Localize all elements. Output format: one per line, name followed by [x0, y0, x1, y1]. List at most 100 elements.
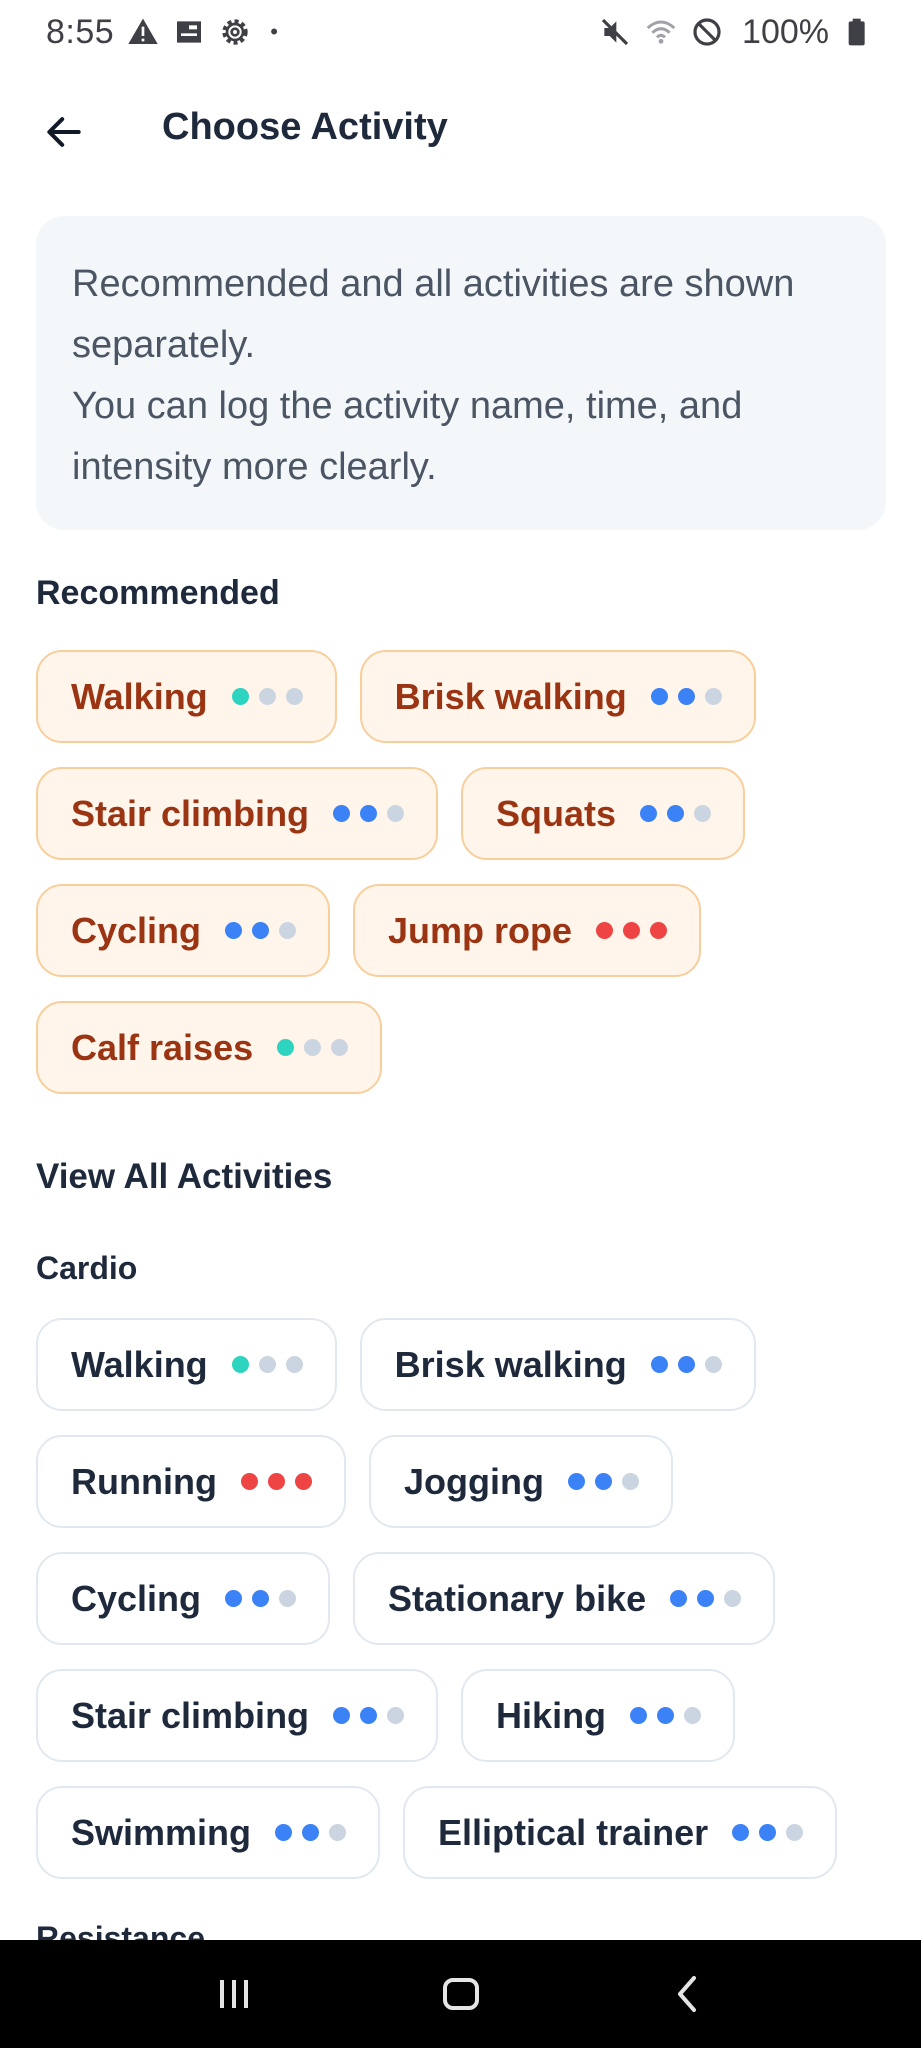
intensity-indicator: [225, 1590, 297, 1607]
chip-label: Brisk walking: [394, 1343, 627, 1385]
intensity-dot: [231, 688, 249, 705]
status-time: 8:55: [46, 12, 115, 51]
intensity-dot: [329, 1824, 347, 1841]
chip-label: Jump rope: [388, 909, 573, 951]
cardio-chip-swimming[interactable]: Swimming: [36, 1786, 381, 1879]
intensity-dot: [231, 1356, 249, 1373]
intensity-dot: [267, 1473, 285, 1490]
intensity-dot: [252, 1590, 270, 1607]
recommended-chip-squats[interactable]: Squats: [461, 767, 746, 860]
home-button[interactable]: [421, 1954, 501, 2034]
intensity-dot: [667, 805, 685, 822]
intensity-indicator: [630, 1707, 702, 1724]
info-text-line-1: Recommended and all activities are shown…: [72, 263, 795, 366]
intensity-dot: [677, 688, 695, 705]
intensity-dot: [786, 1824, 804, 1841]
recommended-chip-brisk-walking[interactable]: Brisk walking: [359, 650, 756, 743]
intensity-dot: [279, 1590, 297, 1607]
intensity-dot: [650, 922, 668, 939]
battery-percent: 100%: [742, 12, 829, 51]
intensity-dot: [594, 1473, 612, 1490]
intensity-dot: [623, 922, 641, 939]
recent-apps-button[interactable]: [194, 1954, 274, 2034]
cardio-chip-elliptical-trainer[interactable]: Elliptical trainer: [403, 1786, 838, 1879]
chip-label: Stair climbing: [71, 1694, 310, 1736]
intensity-dot: [225, 1590, 243, 1607]
intensity-dot: [333, 1707, 351, 1724]
intensity-dot: [684, 1707, 702, 1724]
intensity-dot: [694, 805, 712, 822]
cardio-chip-hiking[interactable]: Hiking: [461, 1669, 736, 1762]
intensity-indicator: [333, 1707, 405, 1724]
status-bar-left: 8:55 •: [46, 13, 278, 52]
status-bar-right: 100%: [598, 13, 875, 52]
intensity-dot: [697, 1590, 715, 1607]
cardio-heading: Cardio: [36, 1250, 138, 1286]
intensity-dot: [650, 688, 668, 705]
intensity-dot: [732, 1824, 750, 1841]
cardio-chip-cycling[interactable]: Cycling: [36, 1552, 331, 1645]
intensity-dot: [596, 922, 614, 939]
intensity-dot: [704, 1356, 722, 1373]
back-button[interactable]: [32, 100, 96, 164]
intensity-indicator: [277, 1039, 349, 1056]
intensity-dot: [677, 1356, 695, 1373]
do-not-disturb-icon: [690, 15, 724, 49]
cardio-chip-jogging[interactable]: Jogging: [368, 1435, 673, 1528]
intensity-dot: [252, 922, 270, 939]
intensity-dot: [225, 922, 243, 939]
status-bar: 8:55 • 100%: [0, 0, 921, 64]
intensity-dot: [277, 1039, 295, 1056]
cardio-chip-walking[interactable]: Walking: [36, 1318, 337, 1411]
intensity-dot: [704, 688, 722, 705]
info-card: Recommended and all activities are shown…: [36, 216, 886, 530]
intensity-dot: [258, 688, 276, 705]
notification-dot: •: [270, 19, 278, 44]
intensity-dot: [567, 1473, 585, 1490]
info-text-line-2: You can log the activity name, time, and…: [72, 385, 743, 488]
recommended-chip-cycling[interactable]: Cycling: [36, 884, 331, 977]
chip-label: Cycling: [71, 909, 202, 951]
settings-gear-icon: [218, 15, 252, 49]
home-icon: [442, 1978, 479, 2010]
intensity-indicator: [732, 1824, 804, 1841]
sim-card-icon: [172, 15, 206, 49]
intensity-indicator: [567, 1473, 639, 1490]
cardio-chip-brisk-walking[interactable]: Brisk walking: [359, 1318, 756, 1411]
page-title: Choose Activity: [162, 106, 448, 148]
intensity-dot: [360, 805, 378, 822]
chip-label: Walking: [71, 1343, 208, 1385]
recommended-heading: Recommended: [36, 574, 280, 612]
intensity-indicator: [225, 922, 297, 939]
chip-label: Jogging: [403, 1460, 544, 1502]
chip-label: Squats: [496, 792, 617, 834]
system-back-button[interactable]: [648, 1954, 728, 2034]
intensity-dot: [275, 1824, 293, 1841]
intensity-dot: [304, 1039, 322, 1056]
recommended-chip-jump-rope[interactable]: Jump rope: [353, 884, 702, 977]
intensity-dot: [657, 1707, 675, 1724]
alert-icon: [126, 15, 160, 49]
app-bar: Choose Activity: [0, 92, 921, 172]
intensity-dot: [640, 805, 658, 822]
intensity-dot: [360, 1707, 378, 1724]
intensity-indicator: [650, 688, 722, 705]
intensity-dot: [724, 1590, 742, 1607]
recommended-chip-calf-raises[interactable]: Calf raises: [36, 1001, 383, 1094]
chip-label: Calf raises: [71, 1026, 254, 1068]
intensity-indicator: [670, 1590, 742, 1607]
cardio-chip-list: Walking Brisk walking Running Jogging Cyclin…: [36, 1318, 896, 1879]
intensity-dot: [650, 1356, 668, 1373]
wifi-icon: [644, 15, 678, 49]
recommended-chip-stair-climbing[interactable]: Stair climbing: [36, 767, 439, 860]
system-nav-bar: [0, 1940, 921, 2048]
chip-label: Brisk walking: [394, 675, 627, 717]
intensity-indicator: [231, 688, 303, 705]
intensity-dot: [258, 1356, 276, 1373]
cardio-chip-stair-climbing[interactable]: Stair climbing: [36, 1669, 439, 1762]
cardio-chip-running[interactable]: Running: [36, 1435, 346, 1528]
recommended-chip-walking[interactable]: Walking: [36, 650, 337, 743]
arrow-left-icon: [47, 117, 81, 147]
cardio-chip-stationary-bike[interactable]: Stationary bike: [353, 1552, 776, 1645]
intensity-indicator: [333, 805, 405, 822]
